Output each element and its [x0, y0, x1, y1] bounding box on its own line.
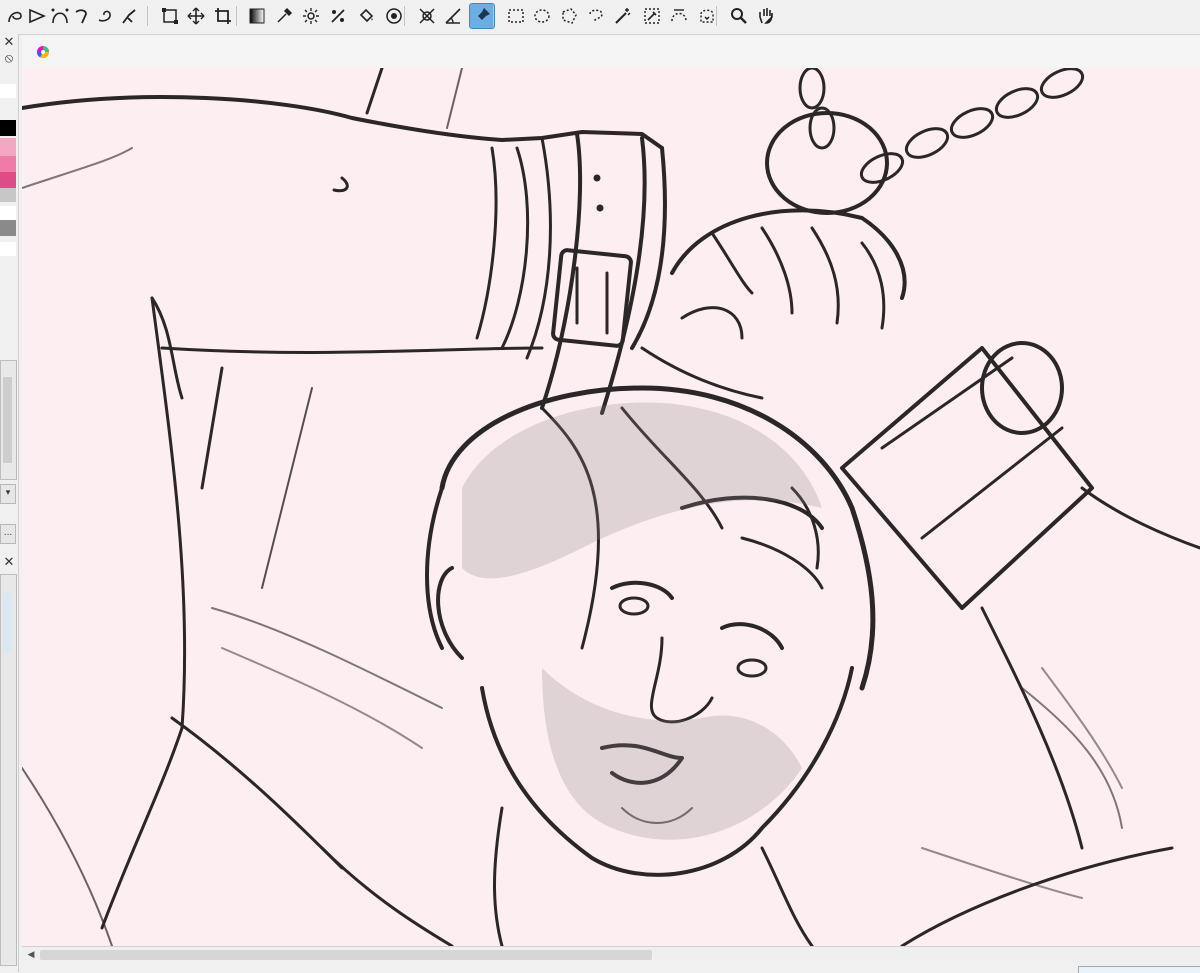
more-button[interactable]: ...: [0, 524, 16, 544]
sketch-artwork: [22, 68, 1200, 946]
gradient-icon[interactable]: [245, 4, 269, 28]
color-swatch[interactable]: [0, 84, 16, 98]
reference-pin-icon[interactable]: [469, 3, 495, 29]
calligraphy-icon[interactable]: [70, 4, 94, 28]
chevron-down-icon[interactable]: ▾: [0, 484, 16, 504]
bezier-selection-icon[interactable]: [667, 4, 691, 28]
color-swatch[interactable]: [0, 188, 16, 202]
similar-color-selection-icon[interactable]: [640, 4, 664, 28]
measure-icon[interactable]: [441, 4, 465, 28]
color-picker-icon[interactable]: [272, 4, 296, 28]
bezier-path-icon[interactable]: [48, 4, 72, 28]
layers-scrollbar[interactable]: [0, 574, 17, 966]
ellipse-selection-icon[interactable]: [530, 4, 554, 28]
color-swatch[interactable]: [0, 120, 16, 136]
pan-icon[interactable]: [754, 4, 778, 28]
canvas-horizontal-scrollbar[interactable]: ◀: [22, 946, 1200, 963]
dynamic-brush-icon[interactable]: [118, 4, 142, 28]
toolbar-separator: [147, 6, 148, 26]
assistant-icon[interactable]: [415, 4, 439, 28]
toolbar-separator: [493, 6, 494, 26]
magic-wand-icon[interactable]: [611, 4, 635, 28]
color-swatch[interactable]: [0, 172, 16, 188]
transform-icon[interactable]: [158, 4, 182, 28]
lasso-selection-icon[interactable]: [584, 4, 608, 28]
toolbar-separator: [404, 6, 405, 26]
colorize-mask-icon[interactable]: [382, 4, 406, 28]
toolbar-separator: [236, 6, 237, 26]
disable-icon[interactable]: ⦸: [2, 52, 16, 66]
canvas-scrollbar-thumb[interactable]: [40, 950, 652, 960]
docker-scrollbar-thumb[interactable]: [3, 377, 12, 463]
color-swatch[interactable]: [0, 156, 16, 172]
color-swatch[interactable]: [0, 220, 16, 236]
main-toolbar: [0, 0, 1200, 35]
layers-scrollbar-thumb[interactable]: [3, 593, 12, 653]
polygon-selection-icon[interactable]: [557, 4, 581, 28]
color-swatch[interactable]: [0, 206, 16, 220]
close-icon[interactable]: ✕: [2, 36, 16, 50]
toolbar-separator: [716, 6, 717, 26]
freehand-brush-icon[interactable]: [93, 4, 117, 28]
move-icon[interactable]: [184, 4, 208, 28]
color-swatch[interactable]: [0, 242, 16, 256]
smart-patch-icon[interactable]: [299, 4, 323, 28]
scroll-left-icon[interactable]: ◀: [25, 949, 37, 961]
document-tab-bar: [22, 36, 1200, 69]
zoom-icon[interactable]: [727, 4, 751, 28]
left-docker: ✕ ⦸ ▾ ... ✕: [0, 34, 19, 972]
status-bar: [22, 962, 1200, 972]
rectangle-selection-icon[interactable]: [504, 4, 528, 28]
fill-bucket-icon[interactable]: [354, 4, 378, 28]
krita-doc-icon[interactable]: [30, 40, 56, 64]
multibrush-icon[interactable]: [326, 4, 350, 28]
docker-scrollbar[interactable]: [0, 360, 17, 480]
color-swatch[interactable]: [0, 138, 16, 156]
freehand-selection-icon[interactable]: [3, 4, 27, 28]
crop-icon[interactable]: [211, 4, 235, 28]
polyline-icon[interactable]: [25, 4, 49, 28]
close-icon[interactable]: ✕: [2, 556, 16, 570]
drawing-canvas[interactable]: [22, 68, 1200, 946]
